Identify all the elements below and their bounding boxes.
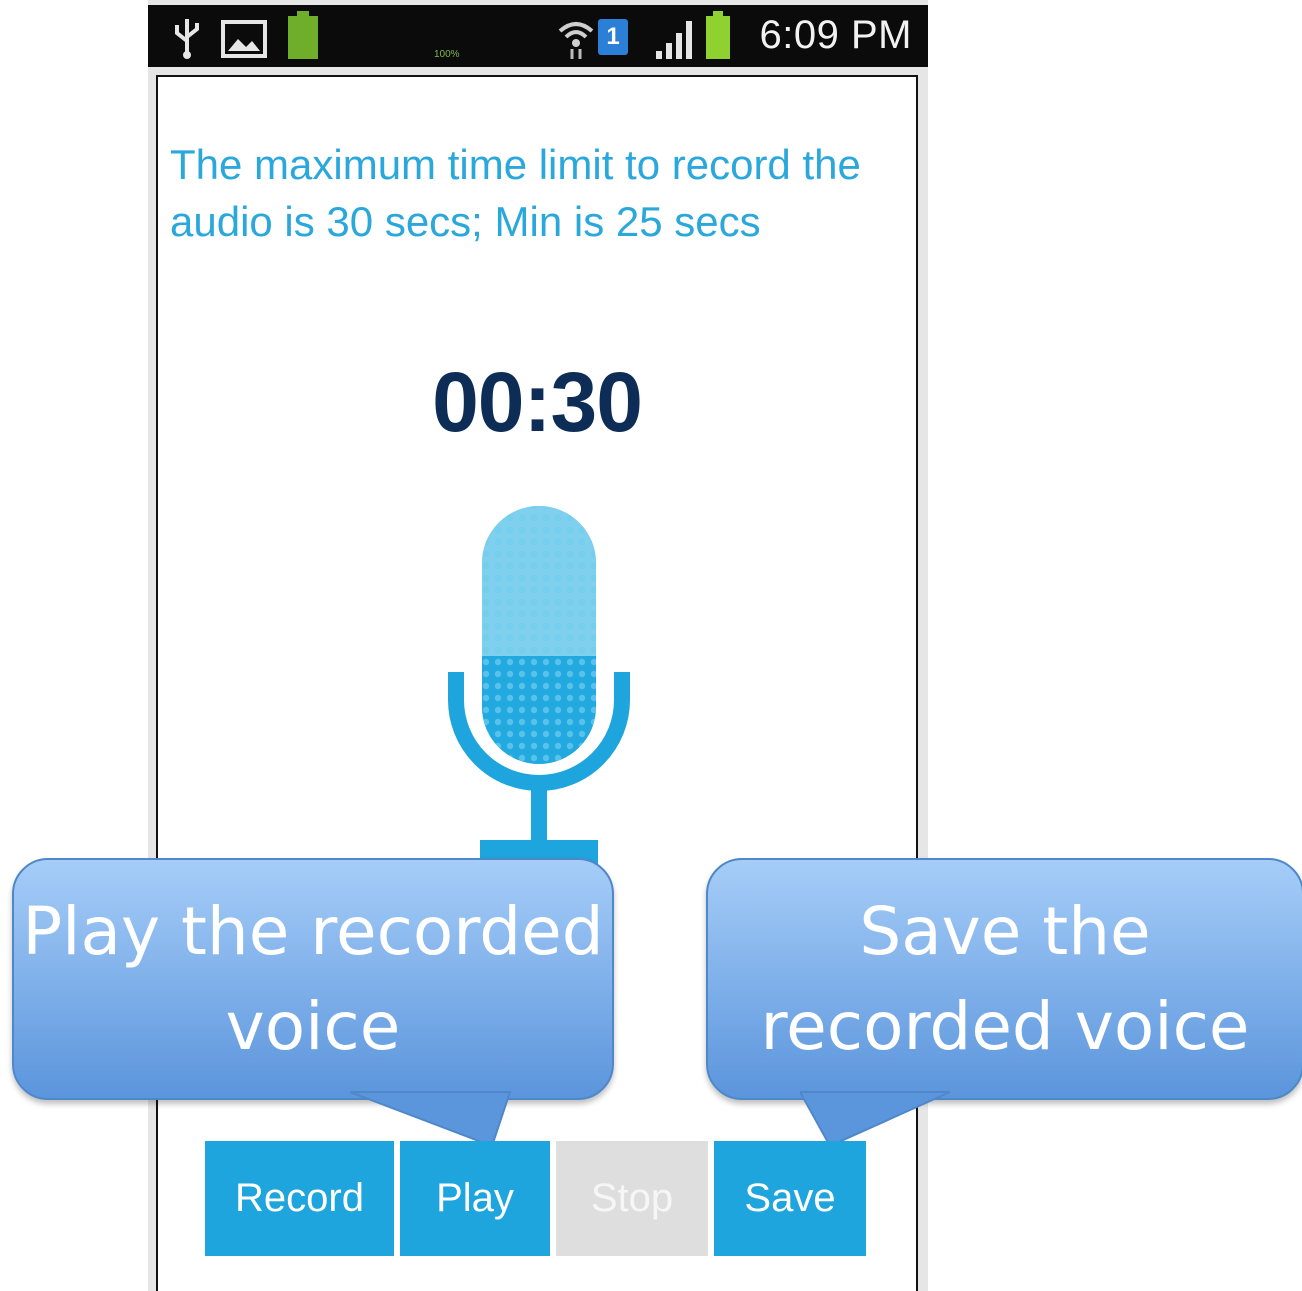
recording-timer: 00:30: [432, 355, 643, 449]
usb-icon: [175, 19, 199, 59]
wifi-icon: [558, 22, 594, 59]
battery-icon: [288, 11, 318, 59]
stop-button[interactable]: Stop: [556, 1141, 708, 1256]
play-button[interactable]: Play: [400, 1141, 550, 1256]
play-callout-text: Play the recorded voice: [22, 893, 604, 1065]
record-button[interactable]: Record: [205, 1141, 394, 1256]
microphone-icon: [448, 506, 630, 870]
save-callout: Save the recorded voice: [706, 858, 1302, 1100]
status-time: 6:09 PM: [759, 13, 912, 57]
status-bar: 100% 1 6:09 PM: [148, 5, 928, 67]
save-button[interactable]: Save: [714, 1141, 866, 1256]
image-icon: [221, 20, 267, 58]
signal-icon: [656, 21, 692, 59]
battery-percent-label: 100%: [434, 49, 460, 60]
time-limit-info: The maximum time limit to record the aud…: [170, 141, 861, 245]
sim-icon: 1: [598, 19, 628, 55]
sim-badge-label: 1: [606, 23, 620, 50]
save-callout-text: Save the recorded voice: [760, 893, 1250, 1065]
battery-icon: [706, 11, 730, 59]
play-callout: Play the recorded voice: [12, 858, 614, 1100]
